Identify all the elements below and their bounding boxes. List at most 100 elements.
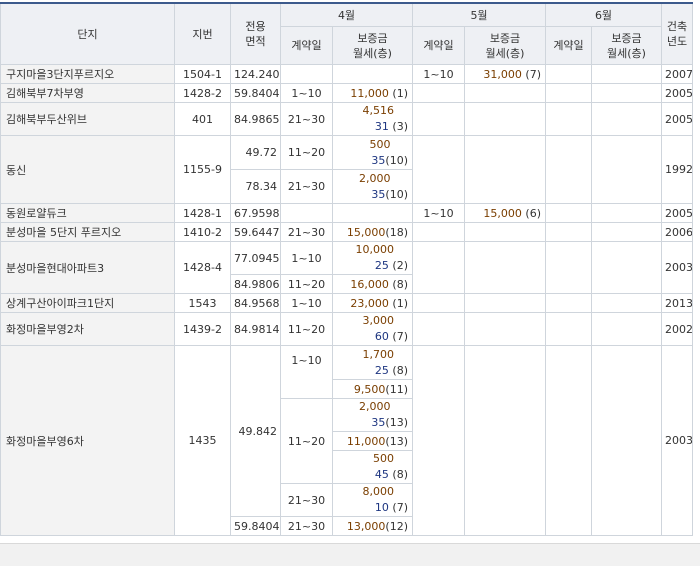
deposit-cell: 31,000 (7) bbox=[464, 64, 546, 84]
contract-date: 1~10 bbox=[412, 64, 465, 84]
deposit-cell: 3,000 60 (7) bbox=[332, 312, 413, 346]
built-year: 2003 bbox=[661, 345, 693, 536]
area: 59.8404 bbox=[230, 83, 281, 103]
area: 59.6447 bbox=[230, 222, 281, 242]
built-year: 2002 bbox=[661, 312, 693, 346]
deposit-cell: 2,000 35(13) bbox=[332, 398, 413, 432]
built-year: 2006 bbox=[661, 222, 693, 242]
header-month-5: 5월 bbox=[412, 2, 546, 27]
deposit-cell: 15,000 (6) bbox=[464, 203, 546, 223]
header-deposit-rent: 보증금 월세(층) bbox=[464, 26, 546, 65]
header-complex: 단지 bbox=[0, 2, 175, 65]
area: 59.8404 bbox=[230, 516, 281, 536]
table-row: 상계구산아이파크1단지 1543 84.9568 1~10 23,000 (1)… bbox=[0, 293, 693, 313]
complex-name: 구지마을3단지푸르지오 bbox=[0, 64, 175, 84]
built-year: 2013 bbox=[661, 293, 693, 313]
area: 84.9814 bbox=[230, 312, 281, 346]
built-year: 1992 bbox=[661, 135, 693, 204]
contract-date: 11~20 bbox=[280, 274, 333, 294]
table-row: 분성마을현대아파트3 1428-4 77.0945 1~10 10,000 25… bbox=[0, 241, 693, 294]
contract-date: 1~10 bbox=[412, 203, 465, 223]
contract-date: 11~20 bbox=[280, 398, 333, 484]
deposit-cell: 4,516 31 (3) bbox=[332, 102, 413, 136]
lot-number: 1543 bbox=[174, 293, 231, 313]
contract-date: 21~30 bbox=[280, 102, 333, 136]
built-year: 2007 bbox=[661, 64, 693, 84]
lot-number: 1155-9 bbox=[174, 135, 231, 204]
area: 84.9865 bbox=[230, 102, 281, 136]
complex-name: 화정마을부영2차 bbox=[0, 312, 175, 346]
lot-number: 1504-1 bbox=[174, 64, 231, 84]
deposit-cell: 11,000 (1) bbox=[332, 83, 413, 103]
area: 84.9568 bbox=[230, 293, 281, 313]
table-row: 김해북부두산위브 401 84.9865 21~30 4,516 31 (3) … bbox=[0, 102, 693, 136]
built-year: 2005 bbox=[661, 83, 693, 103]
complex-name: 분성마을 5단지 푸르지오 bbox=[0, 222, 175, 242]
lot-number: 1428-2 bbox=[174, 83, 231, 103]
table-row: 화정마을부영2차 1439-2 84.9814 11~20 3,000 60 (… bbox=[0, 312, 693, 346]
header-month-6: 6월 bbox=[545, 2, 662, 27]
area: 78.34 bbox=[230, 169, 281, 204]
deposit-cell: 1,700 25 (8) bbox=[332, 345, 413, 380]
header-deposit-rent: 보증금 월세(층) bbox=[591, 26, 662, 65]
header-deposit-rent: 보증금 월세(층) bbox=[332, 26, 413, 65]
contract-date: 21~30 bbox=[280, 169, 333, 204]
contract-date: 21~30 bbox=[280, 483, 333, 517]
built-year: 2005 bbox=[661, 102, 693, 136]
area: 124.2404 bbox=[230, 64, 281, 84]
deposit-cell: 23,000 (1) bbox=[332, 293, 413, 313]
page-footer-bar bbox=[0, 543, 700, 566]
complex-name: 김해북부두산위브 bbox=[0, 102, 175, 136]
built-year: 2005 bbox=[661, 203, 693, 223]
table-row: 분성마을 5단지 푸르지오 1410-2 59.6447 21~30 15,00… bbox=[0, 222, 693, 242]
table-row: 동신 1155-9 49.72 11~20 500 35(10) 1992 bbox=[0, 135, 693, 204]
contract-date: 11~20 bbox=[280, 135, 333, 170]
deposit-cell: 9,500(11) bbox=[332, 379, 413, 399]
complex-name: 화정마을부영6차 bbox=[0, 345, 175, 536]
deposit-cell: 10,000 25 (2) bbox=[332, 241, 413, 275]
complex-name: 동원로얄듀크 bbox=[0, 203, 175, 223]
header-area: 전용 면적 bbox=[230, 2, 281, 65]
contract-date: 1~10 bbox=[280, 345, 333, 399]
header-contract-date: 계약일 bbox=[545, 26, 592, 65]
lot-number: 1410-2 bbox=[174, 222, 231, 242]
apartment-transaction-table: 단지 지번 전용 면적 4월 5월 6월 건축 년도 계약일 보증금 월세(층) 계약… bbox=[0, 2, 693, 536]
header-month-4: 4월 bbox=[280, 2, 413, 27]
lot-number: 1435 bbox=[174, 345, 231, 536]
area: 67.9598 bbox=[230, 203, 281, 223]
table-row: 구지마을3단지푸르지오 1504-1 124.2404 1~10 31,000 … bbox=[0, 64, 693, 84]
area: 77.0945 bbox=[230, 241, 281, 275]
area: 84.9806 bbox=[230, 274, 281, 294]
header-lot: 지번 bbox=[174, 2, 231, 65]
table-row: 화정마을부영6차 1435 49.842 1~10 1,700 25 (8) 2… bbox=[0, 345, 693, 536]
contract-date: 21~30 bbox=[280, 222, 333, 242]
header-contract-date: 계약일 bbox=[412, 26, 465, 65]
lot-number: 401 bbox=[174, 102, 231, 136]
built-year: 2003 bbox=[661, 241, 693, 294]
header-built-year: 건축 년도 bbox=[661, 2, 693, 65]
contract-date: 1~10 bbox=[280, 83, 333, 103]
contract-date: 11~20 bbox=[280, 312, 333, 346]
complex-name: 동신 bbox=[0, 135, 175, 204]
table-row: 동원로얄듀크 1428-1 67.9598 1~10 15,000 (6) 20… bbox=[0, 203, 693, 223]
deposit-cell: 16,000 (8) bbox=[332, 274, 413, 294]
contract-date: 21~30 bbox=[280, 516, 333, 536]
deposit-cell: 500 35(10) bbox=[332, 135, 413, 170]
deposit-cell: 2,000 35(10) bbox=[332, 169, 413, 204]
lot-number: 1439-2 bbox=[174, 312, 231, 346]
deposit-cell: 15,000(18) bbox=[332, 222, 413, 242]
complex-name: 분성마을현대아파트3 bbox=[0, 241, 175, 294]
complex-name: 김해북부7차부영 bbox=[0, 83, 175, 103]
contract-date: 1~10 bbox=[280, 293, 333, 313]
header-contract-date: 계약일 bbox=[280, 26, 333, 65]
deposit-cell: 8,000 10 (7) bbox=[332, 483, 413, 517]
deposit-cell: 500 45 (8) bbox=[332, 450, 413, 484]
complex-name: 상계구산아이파크1단지 bbox=[0, 293, 175, 313]
lot-number: 1428-4 bbox=[174, 241, 231, 294]
deposit-cell: 13,000(12) bbox=[332, 516, 413, 536]
contract-date: 1~10 bbox=[280, 241, 333, 275]
table-row: 김해북부7차부영 1428-2 59.8404 1~10 11,000 (1) … bbox=[0, 83, 693, 103]
deposit-cell: 11,000(13) bbox=[332, 431, 413, 451]
area: 49.842 bbox=[230, 345, 281, 517]
lot-number: 1428-1 bbox=[174, 203, 231, 223]
